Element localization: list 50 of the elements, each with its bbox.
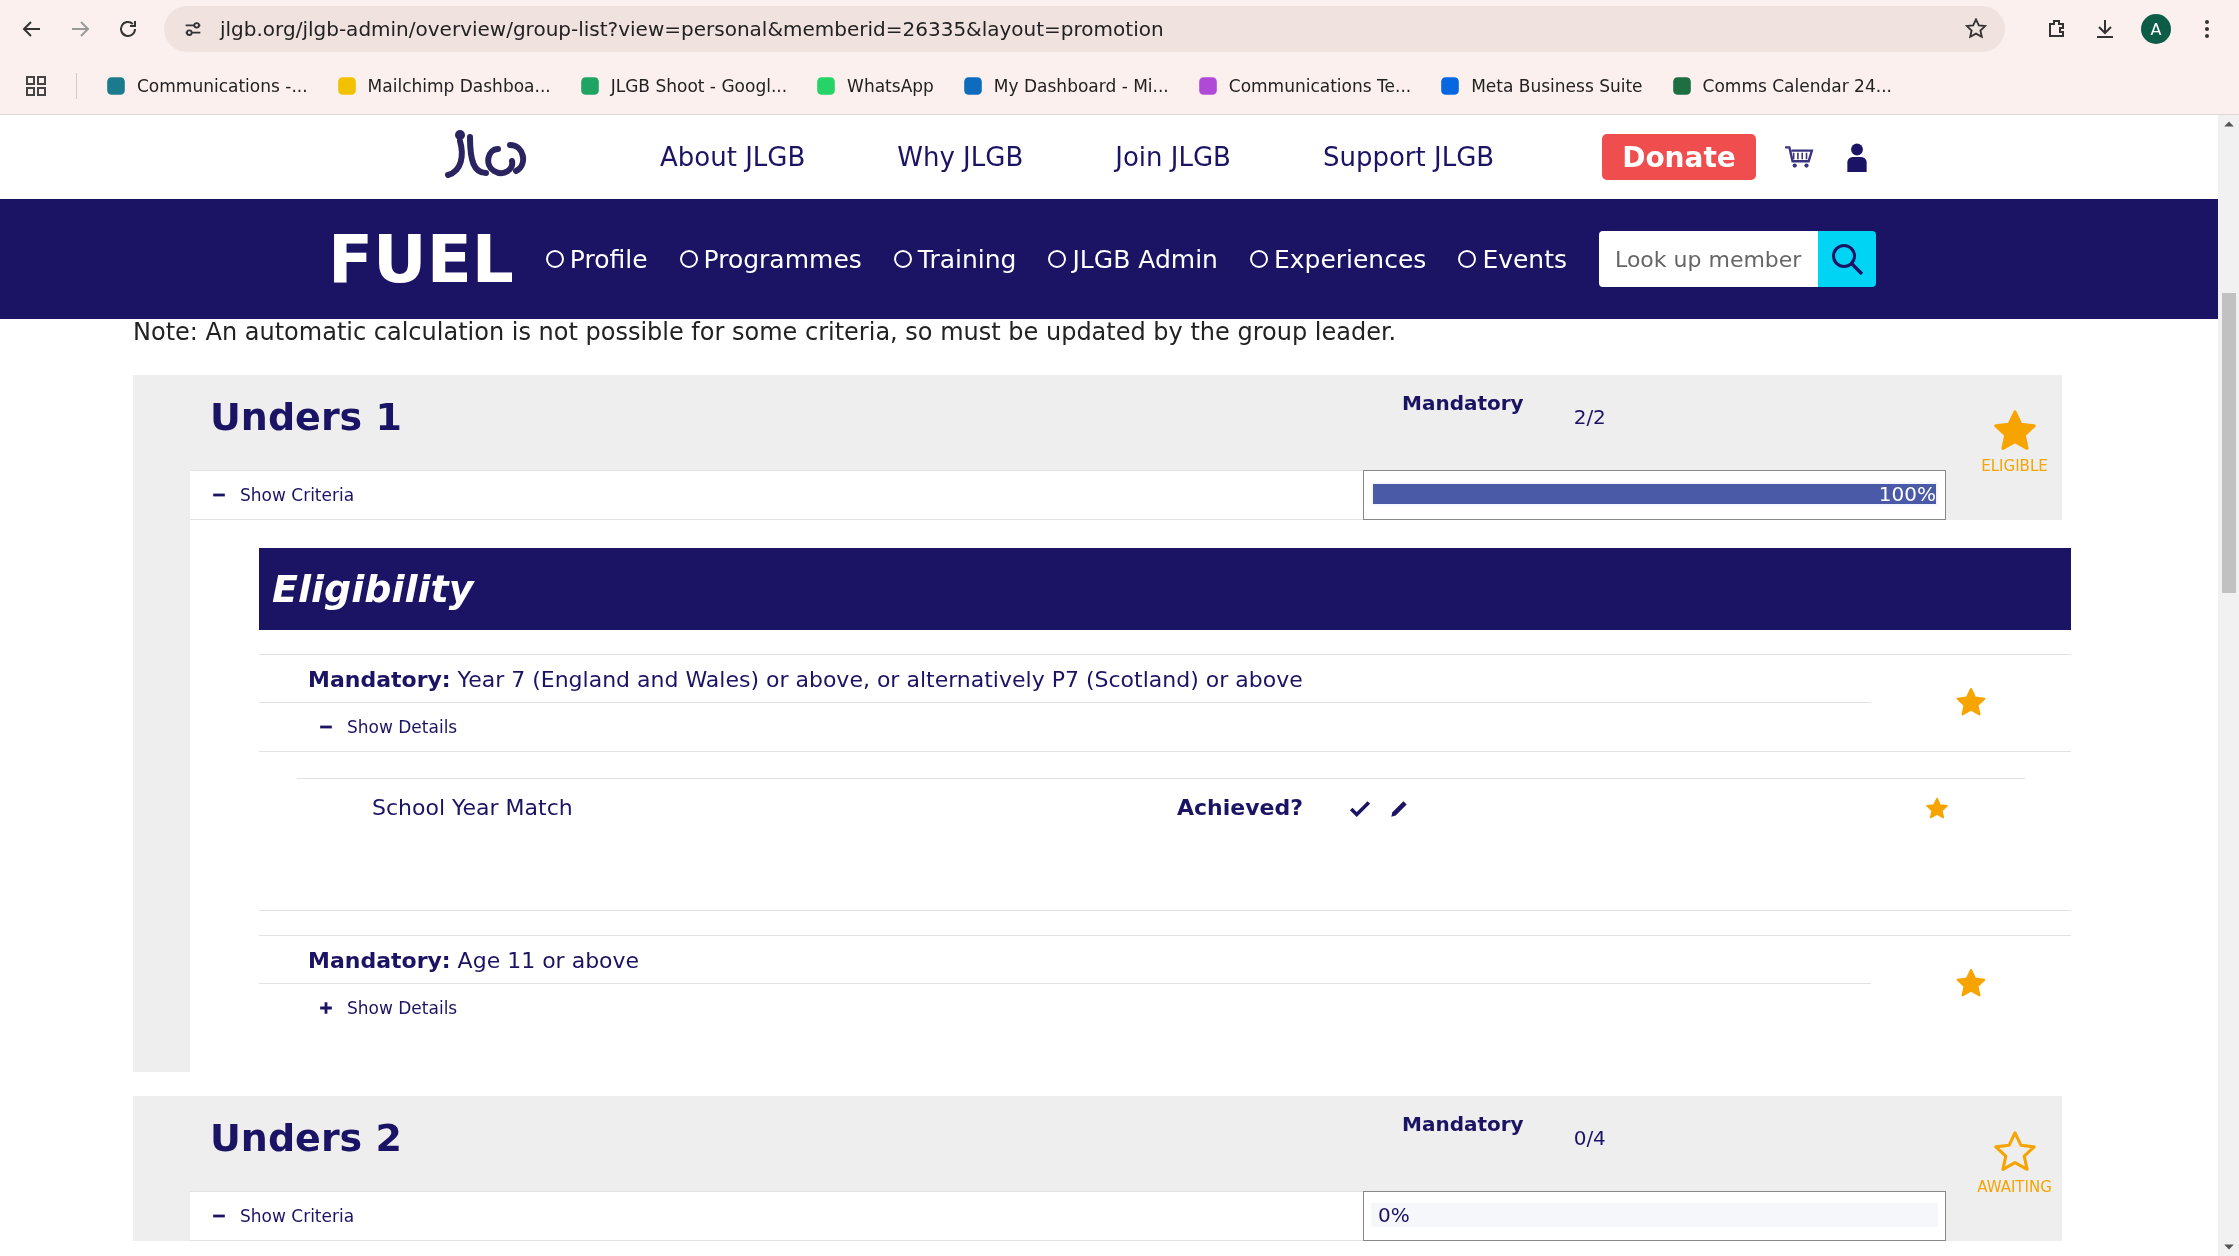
nav-link[interactable]: Why JLGB <box>897 142 1024 172</box>
nav-link[interactable]: Support JLGB <box>1322 142 1495 172</box>
bookmark-link[interactable]: WhatsApp <box>815 75 934 97</box>
status-label: AWAITING <box>1977 1178 2052 1196</box>
bookmark-link[interactable]: My Dashboard - Mi... <box>961 75 1169 97</box>
profile-avatar[interactable]: A <box>2141 14 2171 44</box>
bookmark-star-icon[interactable] <box>1965 18 1987 40</box>
progress-percent: 100% <box>1878 482 1936 506</box>
section-title: Unders 1 <box>209 394 403 441</box>
achieved-label: Achieved? <box>1177 795 1304 820</box>
show-details-toggle[interactable]: Show Details <box>259 703 458 751</box>
nav-menu-item[interactable]: Training <box>893 244 1017 274</box>
section-title: Unders 2 <box>209 1115 403 1162</box>
nav-menu-item[interactable]: Experiences <box>1249 244 1427 274</box>
scrollbar[interactable] <box>2218 115 2239 1256</box>
count-text: 2/2 <box>1573 405 1606 431</box>
requirement-label: Mandatory <box>1402 391 1524 417</box>
nav-menu-item[interactable]: Events <box>1458 244 1568 274</box>
bookmark-link[interactable]: Communications -... <box>105 75 308 97</box>
search-button[interactable] <box>1818 231 1877 287</box>
detail-name: School Year Match <box>372 795 574 820</box>
bookmark-link[interactable]: Comms Calendar 24... <box>1670 75 1892 97</box>
bookmark-link[interactable]: Meta Business Suite <box>1439 75 1643 97</box>
bookmark-link[interactable]: Communications Te... <box>1196 75 1412 97</box>
status-label: ELIGIBLE <box>1981 457 2048 475</box>
nav-link[interactable]: About JLGB <box>660 142 806 172</box>
fuel-logo: FUEL <box>328 220 514 298</box>
donate-button[interactable]: Donate <box>1602 134 1756 180</box>
nav-menu-item[interactable]: Profile <box>545 244 648 274</box>
scrollbar-thumb[interactable] <box>2221 293 2236 593</box>
pencil-icon[interactable] <box>1388 798 1410 820</box>
show-criteria-toggle[interactable]: Show Criteria <box>212 1206 355 1226</box>
show-details-toggle[interactable]: Show Details <box>259 984 458 1032</box>
search-field[interactable]: Look up member <box>1599 231 1819 287</box>
note-text: Note: An automatic calculation is not possible for some criteria, so must be updated by the group leader. <box>132 319 1398 348</box>
bookmark-link[interactable]: JLGB Shoot - Googl... <box>578 75 788 97</box>
nav-menu-item[interactable]: Programmes <box>679 244 862 274</box>
count-text: 0/4 <box>1573 1126 1606 1152</box>
criterion-text: Mandatory: Year 7 (England and Wales) or above, or alternatively P7 (Scotland) or above <box>259 655 1871 703</box>
progress-percent: 0% <box>1378 1203 1410 1227</box>
requirement-label: Mandatory <box>1402 1112 1524 1138</box>
address-bar[interactable]: jlgb.org/jlgb-admin/overview/group-list?view=personal&memberid=26335&layout=promotion <box>164 6 2005 52</box>
bookmark-link[interactable]: Mailchimp Dashboa... <box>335 75 551 97</box>
search-icon <box>1829 241 1866 277</box>
criterion-text: Mandatory: Age 11 or above <box>259 936 1871 984</box>
nav-link[interactable]: Join JLGB <box>1115 142 1231 172</box>
apps-grid-icon[interactable] <box>24 74 48 98</box>
show-criteria-toggle[interactable]: Show Criteria <box>212 485 355 505</box>
group-heading: Eligibility <box>272 567 474 611</box>
nav-menu-item[interactable]: JLGB Admin <box>1048 244 1218 274</box>
